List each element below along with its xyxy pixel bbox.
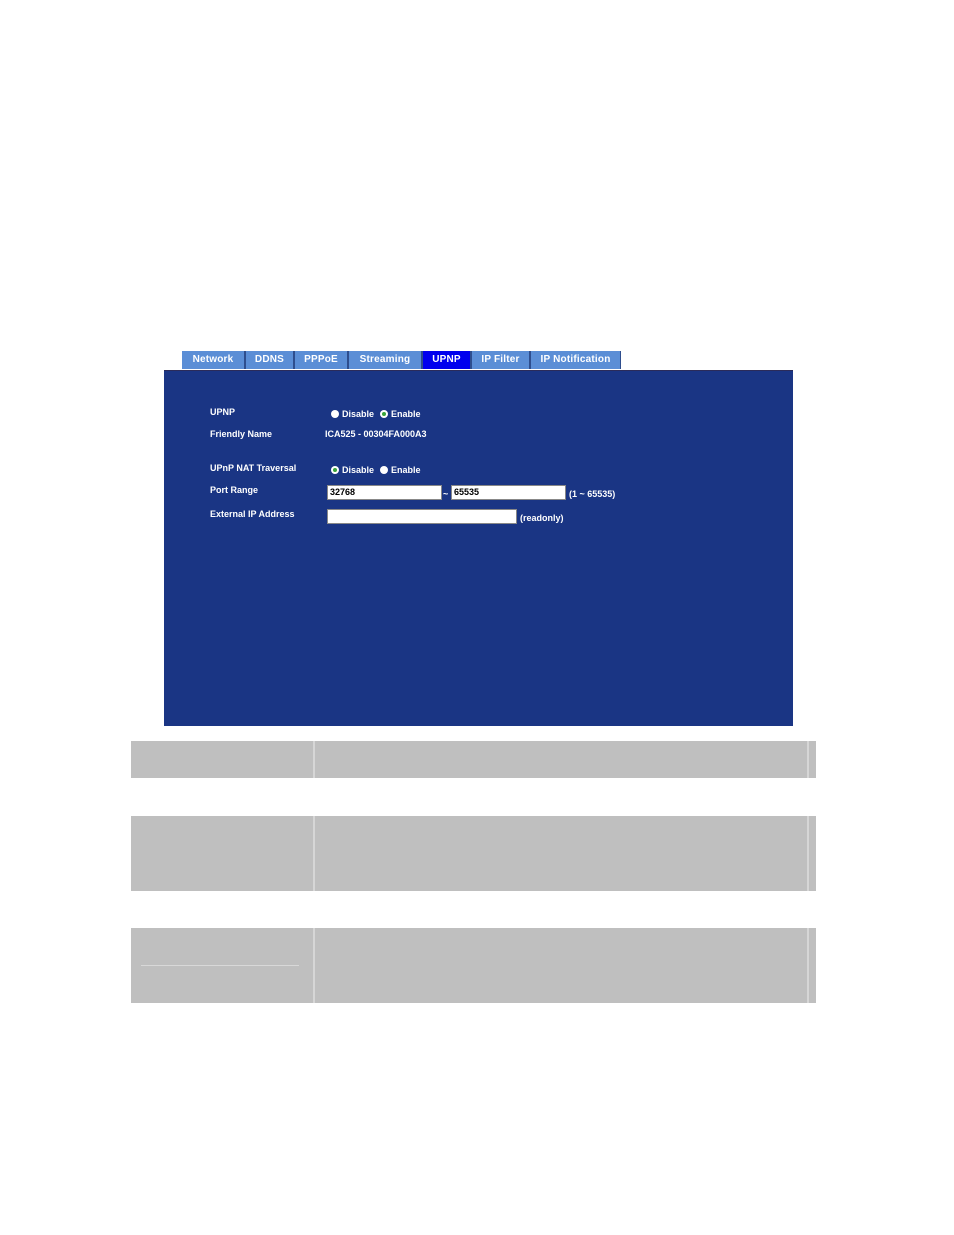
underline-divider — [141, 965, 299, 966]
description-table-row — [131, 741, 816, 778]
nat-disable-radio[interactable] — [331, 466, 339, 474]
upnp-disable-radio[interactable] — [331, 410, 339, 418]
column-divider — [313, 928, 315, 1003]
column-divider — [313, 816, 315, 891]
description-table-row — [131, 928, 816, 1003]
tab-network[interactable]: Network — [182, 351, 246, 369]
tab-pppoe[interactable]: PPPoE — [295, 351, 349, 369]
description-table-row — [131, 816, 816, 891]
column-divider — [313, 741, 315, 778]
column-divider — [807, 741, 809, 778]
column-divider — [807, 816, 809, 891]
tab-ip-filter[interactable]: IP Filter — [472, 351, 531, 369]
upnp-enable-radio[interactable] — [380, 410, 389, 418]
port-range-from-input[interactable]: 32768 — [327, 485, 442, 500]
tab-bar: Network DDNS PPPoE Streaming UPNP IP Fil… — [182, 351, 621, 369]
nat-disable-label[interactable]: Disable — [342, 465, 374, 475]
upnp-enable-label[interactable]: Enable — [391, 409, 421, 419]
nat-enable-radio[interactable] — [380, 466, 389, 474]
nat-enable-label[interactable]: Enable — [391, 465, 421, 475]
tab-upnp[interactable]: UPNP — [423, 351, 472, 369]
upnp-radio-group: Disable Enable — [331, 409, 427, 419]
tab-ip-notification[interactable]: IP Notification — [531, 351, 621, 369]
port-range-to-input[interactable]: 65535 — [451, 485, 566, 500]
nat-traversal-radio-group: Disable Enable — [331, 465, 427, 475]
upnp-settings-panel: UPNP Disable Enable Friendly Name ICA525… — [164, 370, 793, 726]
column-divider — [807, 928, 809, 1003]
tab-streaming[interactable]: Streaming — [349, 351, 423, 369]
port-range-label: Port Range — [210, 485, 259, 495]
upnp-label: UPNP — [210, 407, 236, 417]
external-ip-label: External IP Address — [210, 509, 295, 519]
upnp-disable-label[interactable]: Disable — [342, 409, 374, 419]
friendly-name-value: ICA525 - 00304FA000A3 — [325, 429, 427, 439]
friendly-name-label: Friendly Name — [210, 429, 273, 439]
tab-ddns[interactable]: DDNS — [246, 351, 295, 369]
port-range-separator: ~ — [443, 489, 449, 499]
external-ip-hint: (readonly) — [520, 513, 564, 523]
external-ip-input[interactable] — [327, 509, 517, 524]
nat-traversal-label: UPnP NAT Traversal — [210, 463, 297, 473]
port-range-hint: (1 ~ 65535) — [569, 489, 616, 499]
